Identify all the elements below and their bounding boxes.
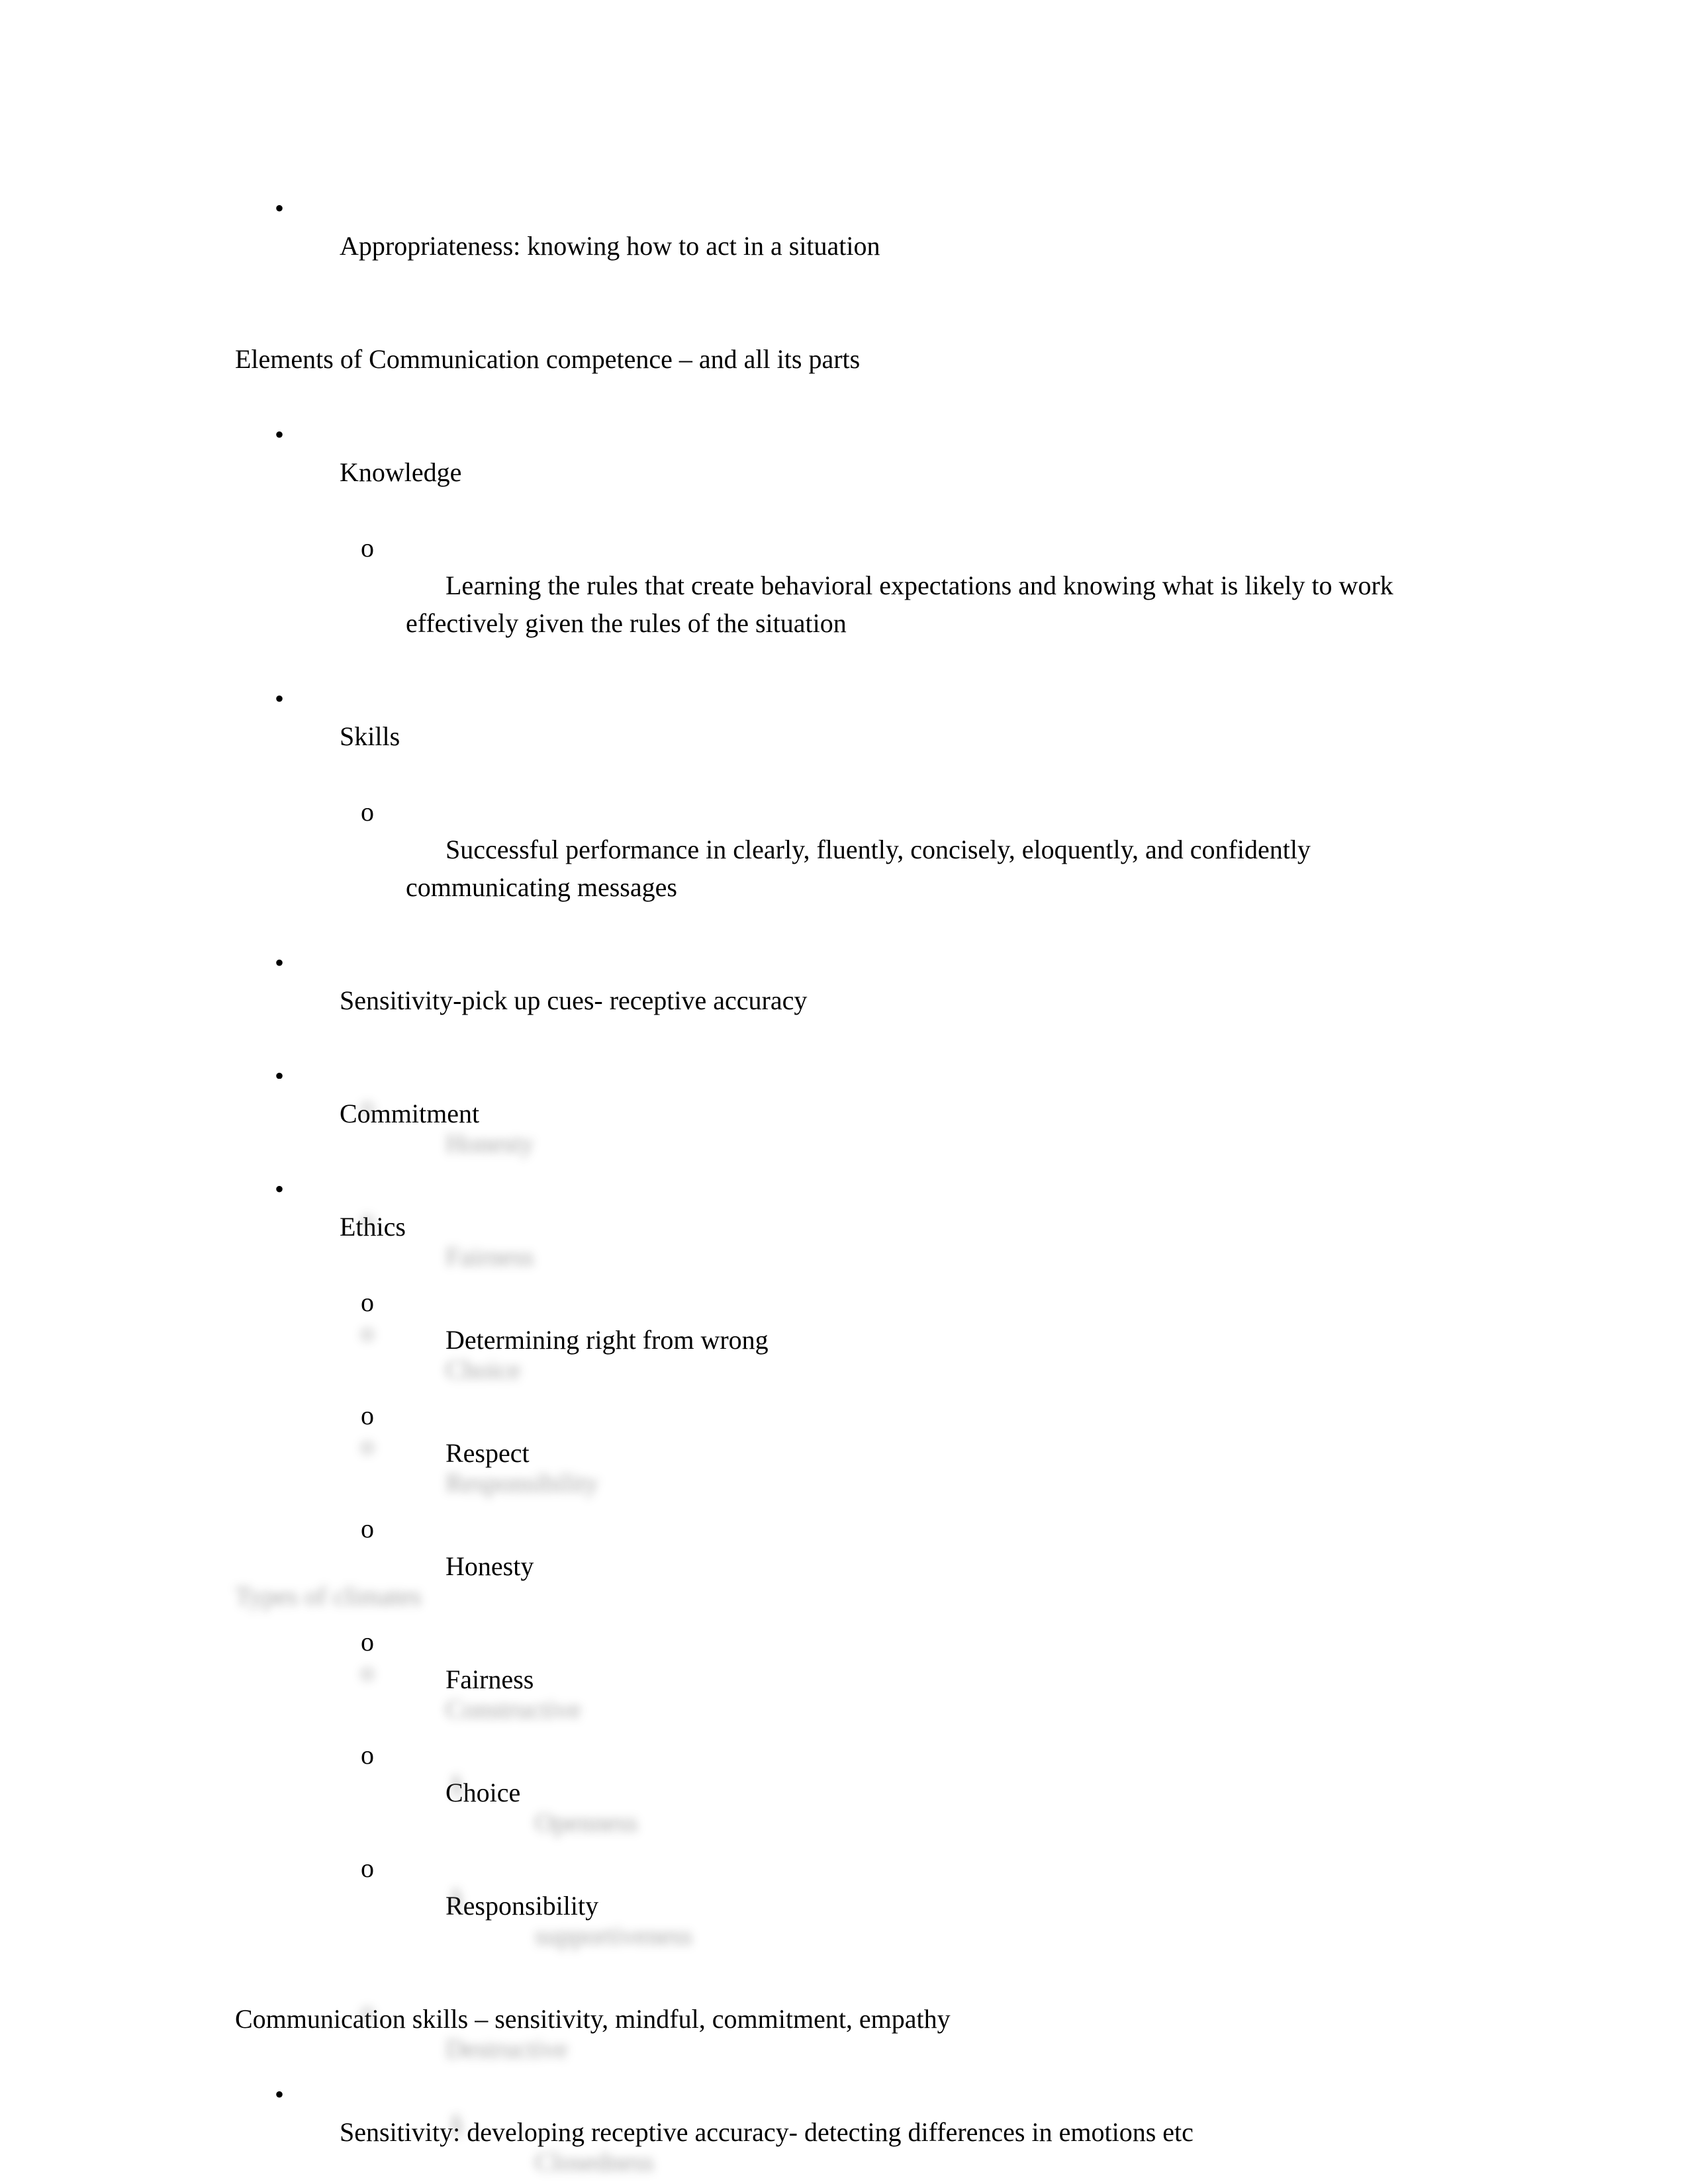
blurred-list-item-text: Constructive [445,1694,581,1724]
sub-bullet-icon: o [361,1317,374,1347]
bullet-icon: • [275,684,285,713]
bullet-icon: • [275,420,285,449]
list-item-text: Appropriateness: knowing how to act in a… [340,231,880,261]
blurred-list-item-text: Closedness [535,2147,654,2177]
sub-sub-bullet-icon: § [450,2109,463,2139]
bullet-icon: • [275,193,285,223]
document-page: • Appropriateness: knowing how to act in … [0,0,1688,2184]
list-item-text: Successful performance in clearly, fluen… [406,835,1317,902]
blurred-list-item-text: supportiveness [535,1921,692,1950]
blurred-list-item-text: Openness [535,1807,638,1837]
list-item: • Knowledge [270,416,1470,529]
sub-sub-bullet-icon: § [450,1770,463,1799]
blurred-list-item: § Openness [450,1766,1470,1879]
list-item: • Skills [270,680,1470,793]
sub-bullet-icon: o [361,1091,374,1120]
sub-bullet-icon: o [361,1657,374,1686]
section-heading: Elements of Communication competence – a… [195,302,1470,416]
list-item-text: Learning the rules that create behaviora… [406,570,1400,638]
blurred-list-item-text: Choice [445,1355,521,1385]
list-item: • Sensitivity-pick up cues- receptive acc… [270,944,1470,1057]
list-item-text: Skills [340,721,400,751]
list-item: o Learning the rules that create behavior… [361,529,1470,680]
sub-bullet-icon: o [361,1204,374,1234]
sub-bullet-icon: o [361,1430,374,1460]
list-item-text: Knowledge [340,457,462,487]
blurred-list-item: o Responsibility [361,1426,1470,1539]
blurred-list-item-text: Destructive [445,2034,568,2064]
blurred-list-item: o Constructive [361,1653,1470,1766]
sub-bullet-icon: o [361,1996,374,2026]
section-heading-text: Elements of Communication competence – a… [235,344,861,374]
bullet-icon: • [275,948,285,978]
blurred-list-item: § supportiveness [450,1879,1470,1992]
blurred-list-item: o Honesty [361,1087,1470,1200]
blurred-content-region: o Honesty o Fairness o Choice o Responsibili… [195,1087,1470,2184]
blurred-list-item: o Destructive [361,1992,1470,2105]
blurred-section-heading: Types of climates [195,1539,1470,1653]
list-item: • Appropriateness: knowing how to act in … [270,189,1470,302]
list-item-text: Sensitivity-pick up cues- receptive accu… [340,985,808,1015]
blurred-list-item-text: Fairness [445,1242,534,1271]
sub-sub-bullet-icon: § [450,1883,463,1913]
blurred-list-item-text: Honesty [445,1128,534,1158]
blurred-section-heading-text: Types of climates [235,1581,422,1611]
blurred-list-item: o Choice [361,1313,1470,1426]
sub-bullet-icon: o [361,797,374,827]
sub-bullet-icon: o [361,533,374,563]
blurred-list-item: o Fairness [361,1200,1470,1313]
list-item: o Successful performance in clearly, flue… [361,793,1470,944]
blurred-list-item: § Closedness [450,2105,1470,2184]
blurred-list-item-text: Responsibility [445,1468,599,1498]
